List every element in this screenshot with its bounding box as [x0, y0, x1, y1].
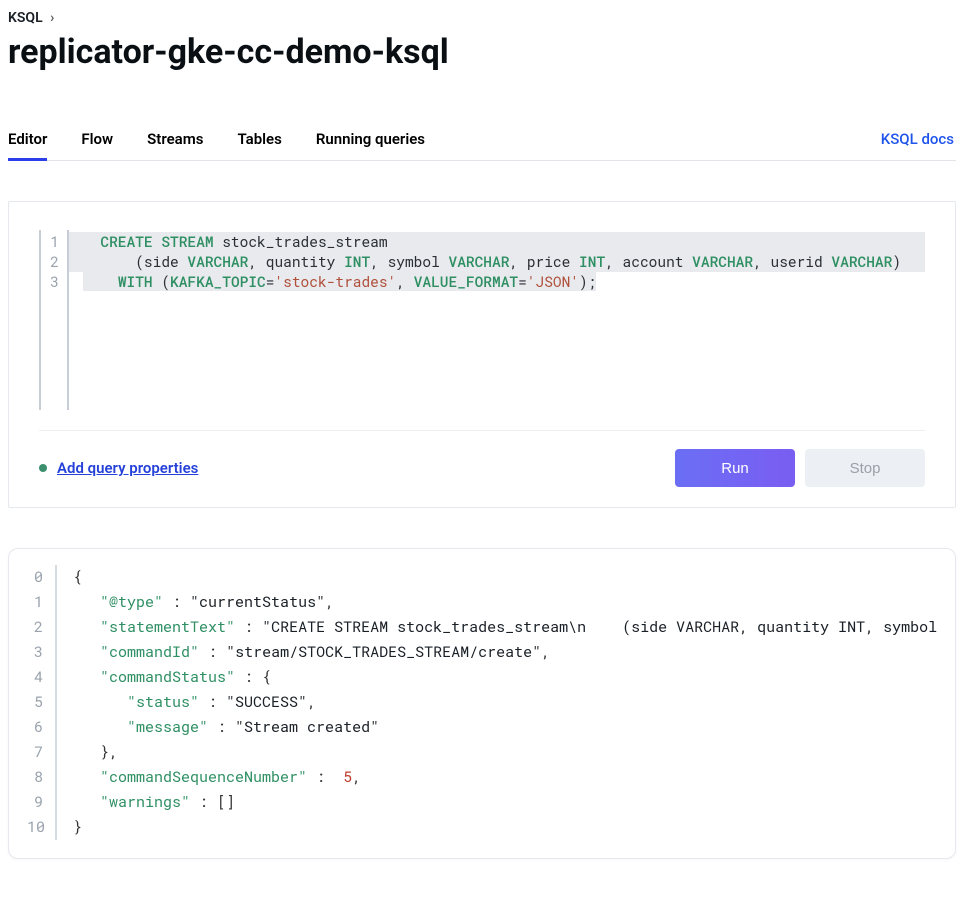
breadcrumb: KSQL ›: [8, 10, 956, 26]
output-line: },: [73, 740, 937, 765]
code-editor[interactable]: 123 CREATE STREAM stock_trades_stream (s…: [39, 230, 925, 410]
line-number: 9: [27, 790, 43, 815]
breadcrumb-parent[interactable]: KSQL: [8, 10, 43, 26]
tab-running-queries[interactable]: Running queries: [316, 120, 425, 160]
output-line: "status" : "SUCCESS",: [73, 690, 937, 715]
tab-editor[interactable]: Editor: [8, 120, 47, 160]
code-line: (side VARCHAR, quantity INT, symbol VARC…: [69, 252, 925, 272]
output-line: {: [73, 565, 937, 590]
line-number: 4: [27, 665, 43, 690]
output-line: }: [73, 815, 937, 840]
line-number: 1: [39, 232, 59, 252]
tab-bar: Editor Flow Streams Tables Running queries K…: [8, 120, 956, 161]
run-button[interactable]: Run: [675, 449, 795, 487]
page-title: replicator-gke-cc-demo-ksql: [8, 32, 956, 72]
output-viewer[interactable]: 012345678910 { "@type" : "currentStatus"…: [27, 565, 937, 840]
code-line: WITH (KAFKA_TOPIC='stock-trades', VALUE_…: [69, 272, 925, 292]
chevron-right-icon: ›: [50, 10, 54, 26]
tab-flow[interactable]: Flow: [81, 120, 113, 160]
line-number: 10: [27, 815, 43, 840]
add-query-properties-link[interactable]: Add query properties: [57, 459, 198, 477]
line-number: 0: [27, 565, 43, 590]
line-number: 8: [27, 765, 43, 790]
line-number: 7: [27, 740, 43, 765]
output-line: "message" : "Stream created": [73, 715, 937, 740]
output-line: "commandStatus" : {: [73, 665, 937, 690]
output-line: "@type" : "currentStatus",: [73, 590, 937, 615]
line-number: 3: [39, 272, 59, 292]
stop-button: Stop: [805, 449, 925, 487]
line-number: 2: [27, 615, 43, 640]
line-number: 5: [27, 690, 43, 715]
line-number: 2: [39, 252, 59, 272]
code-line: CREATE STREAM stock_trades_stream: [69, 232, 925, 252]
output-line: "commandId" : "stream/STOCK_TRADES_STREA…: [73, 640, 937, 665]
output-line: "statementText" : "CREATE STREAM stock_t…: [73, 615, 937, 640]
status-dot-icon: [39, 464, 47, 472]
editor-actions: Add query properties Run Stop: [39, 430, 925, 487]
output-line: "warnings" : []: [73, 790, 937, 815]
ksql-docs-link[interactable]: KSQL docs: [879, 120, 956, 160]
tab-streams[interactable]: Streams: [147, 120, 203, 160]
output-line: "commandSequenceNumber" : 5,: [73, 765, 937, 790]
query-output-card: 012345678910 { "@type" : "currentStatus"…: [8, 548, 956, 859]
line-number: 6: [27, 715, 43, 740]
line-number: 1: [27, 590, 43, 615]
query-editor-card: 123 CREATE STREAM stock_trades_stream (s…: [8, 201, 956, 508]
line-number: 3: [27, 640, 43, 665]
tab-tables[interactable]: Tables: [237, 120, 281, 160]
